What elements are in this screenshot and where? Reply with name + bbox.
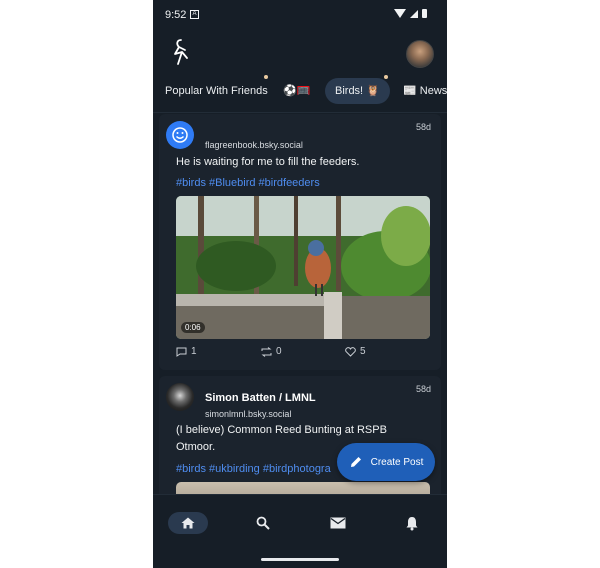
tabs-divider — [153, 112, 447, 113]
video-frame — [176, 196, 430, 339]
app-screen: 9:52 A Popular With Friends ⚽🥅 Birds! 🦉 … — [153, 0, 447, 568]
post-text-line-1: (I believe) Common Reed Bunting at RSPB — [176, 424, 387, 436]
notification-icon: A — [190, 10, 199, 19]
tab-football[interactable]: ⚽🥅 — [283, 78, 310, 104]
create-post-label: Create Post — [370, 456, 424, 468]
bell-icon — [406, 516, 418, 530]
bird-logo-icon[interactable] — [169, 38, 193, 66]
video-duration: 0:06 — [181, 322, 205, 333]
nav-home[interactable] — [168, 512, 208, 534]
bottom-nav — [153, 494, 447, 568]
nav-messages[interactable] — [328, 512, 348, 534]
like-button[interactable]: 5 — [345, 346, 366, 357]
post-hashtags[interactable]: #birds #ukbirding #birdphotogra — [176, 463, 331, 475]
status-icons — [394, 9, 427, 18]
heart-icon — [345, 346, 356, 357]
status-time: 9:52 — [165, 9, 187, 21]
avatar-icon[interactable] — [406, 40, 434, 68]
gesture-bar[interactable] — [261, 558, 339, 561]
feed-tabs: Popular With Friends ⚽🥅 Birds! 🦉 📰 News — [153, 78, 447, 108]
post-card[interactable]: flagreenbook.bsky.social 58d He is waiti… — [159, 114, 441, 370]
top-bar — [153, 30, 447, 76]
like-count: 5 — [360, 346, 366, 357]
search-icon — [256, 516, 270, 530]
wifi-icon — [394, 9, 406, 18]
create-post-button[interactable]: Create Post — [337, 443, 435, 481]
author-avatar[interactable] — [166, 383, 194, 411]
nav-notifications[interactable] — [402, 512, 422, 534]
repost-count: 0 — [276, 346, 282, 357]
post-text-line-2: Otmoor. — [176, 441, 216, 453]
status-bar: 9:52 A — [153, 0, 447, 28]
battery-icon — [422, 9, 427, 18]
reply-button[interactable]: 1 — [176, 346, 197, 357]
mail-icon — [330, 517, 346, 529]
repost-button[interactable]: 0 — [261, 346, 282, 357]
pencil-icon — [350, 457, 361, 467]
tab-popular-with-friends[interactable]: Popular With Friends — [165, 78, 268, 104]
reply-count: 1 — [191, 346, 197, 357]
post-hashtags[interactable]: #birds #Bluebird #birdfeeders — [176, 177, 320, 189]
tab-birds[interactable]: Birds! 🦉 — [325, 78, 390, 104]
smiley-icon — [172, 127, 188, 143]
post-card[interactable]: Simon Batten / LMNL simonlmnl.bsky.socia… — [159, 376, 441, 506]
repost-icon — [261, 346, 272, 357]
signal-icon — [410, 9, 418, 18]
nav-search[interactable] — [253, 512, 273, 534]
author-handle[interactable]: flagreenbook.bsky.social — [205, 140, 303, 150]
post-age: 58d — [415, 122, 431, 132]
tab-news[interactable]: 📰 News — [403, 78, 447, 104]
reply-icon — [176, 347, 187, 357]
post-age: 58d — [415, 384, 431, 394]
home-icon — [181, 517, 195, 529]
author-handle[interactable]: simonlmnl.bsky.social — [205, 409, 291, 419]
author-avatar[interactable] — [166, 121, 194, 149]
post-video[interactable]: 0:06 — [176, 196, 430, 339]
author-name[interactable]: Simon Batten / LMNL — [205, 392, 316, 404]
post-text: He is waiting for me to fill the feeders… — [176, 156, 360, 168]
